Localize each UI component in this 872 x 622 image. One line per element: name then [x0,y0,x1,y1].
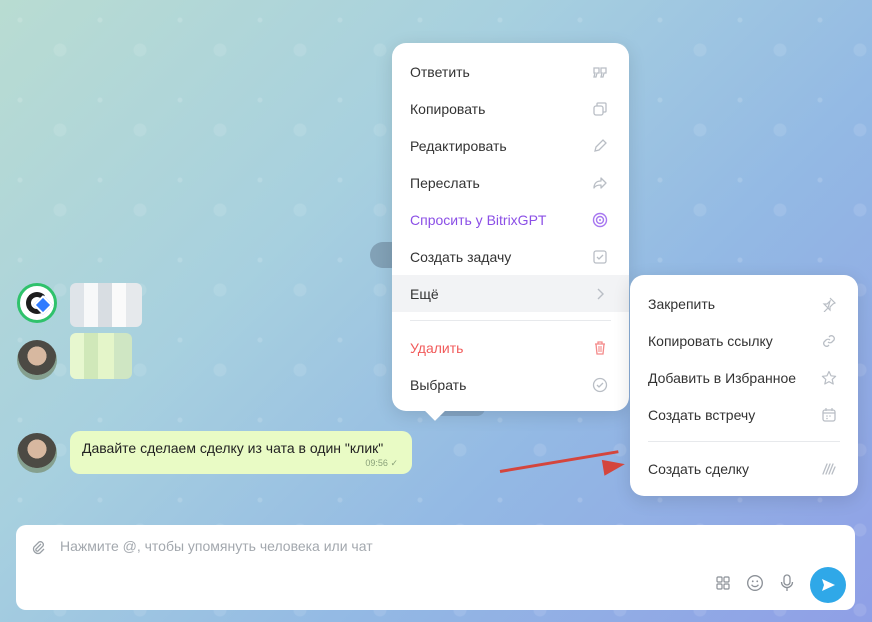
message-input[interactable] [58,537,762,555]
submenu-item-pin[interactable]: Закрепить [630,285,858,322]
send-button[interactable] [810,567,846,603]
menu-item-label: Копировать [410,100,486,117]
menu-divider [648,441,840,442]
menu-item-create-task[interactable]: Создать задачу [392,238,629,275]
menu-item-label: Копировать ссылку [648,332,773,349]
link-icon [820,332,838,350]
task-check-icon [591,248,609,266]
submenu-item-copy-link[interactable]: Копировать ссылку [630,322,858,359]
attach-icon[interactable] [30,539,46,560]
menu-item-label: Спросить у BitrixGPT [410,211,547,228]
menu-item-forward[interactable]: Переслать [392,164,629,201]
microphone-icon[interactable] [777,573,797,593]
user-avatar[interactable] [17,340,57,380]
menu-item-label: Закрепить [648,295,716,312]
menu-item-label: Редактировать [410,137,507,154]
menu-item-label: Удалить [410,339,464,356]
menu-divider [410,320,611,321]
submenu-item-create-meeting[interactable]: Создать встречу [630,396,858,433]
message-composer [16,525,855,610]
copy-icon [591,100,609,118]
menu-item-copy[interactable]: Копировать [392,90,629,127]
quote-icon [591,63,609,81]
read-check-icon: ✓ [390,458,398,468]
menu-item-edit[interactable]: Редактировать [392,127,629,164]
message-context-menu: Ответить Копировать Редактировать Пересл… [392,43,629,411]
more-submenu: Закрепить Копировать ссылку Добавить в И… [630,275,858,496]
chevron-right-icon [591,285,609,303]
emoji-icon[interactable] [745,573,765,593]
deal-icon [820,460,838,478]
apps-grid-icon[interactable] [713,573,733,593]
menu-item-select[interactable]: Выбрать [392,366,629,403]
message-time: 09:56 ✓ [365,458,398,468]
menu-item-label: Выбрать [410,376,467,393]
submenu-item-create-deal[interactable]: Создать сделку [630,450,858,487]
forward-icon [591,174,609,192]
blurred-message [70,333,132,379]
menu-item-delete[interactable]: Удалить [392,329,629,366]
pin-icon [820,295,838,313]
trash-icon [591,339,609,357]
message-bubble[interactable]: Давайте сделаем сделку из чата в один "к… [70,431,412,474]
blurred-message [70,283,142,327]
pencil-icon [591,137,609,155]
submenu-item-add-favorite[interactable]: Добавить в Избранное [630,359,858,396]
send-icon [822,579,835,591]
message-text: Давайте сделаем сделку из чата в один "к… [82,440,384,456]
star-icon [820,369,838,387]
menu-item-reply[interactable]: Ответить [392,53,629,90]
menu-item-label: Создать встречу [648,406,756,423]
menu-item-label: Ещё [410,285,439,302]
menu-item-label: Ответить [410,63,470,80]
bot-avatar[interactable] [17,283,57,323]
menu-item-label: Создать сделку [648,460,750,477]
menu-item-ask-gpt[interactable]: Спросить у BitrixGPT [392,201,629,238]
menu-item-label: Добавить в Избранное [648,369,797,386]
calendar-icon [820,406,838,424]
menu-item-label: Переслать [410,174,480,191]
gpt-icon [591,211,609,229]
user-avatar[interactable] [17,433,57,473]
select-circle-icon [591,376,609,394]
menu-item-label: Создать задачу [410,248,512,265]
menu-item-more[interactable]: Ещё [392,275,629,312]
